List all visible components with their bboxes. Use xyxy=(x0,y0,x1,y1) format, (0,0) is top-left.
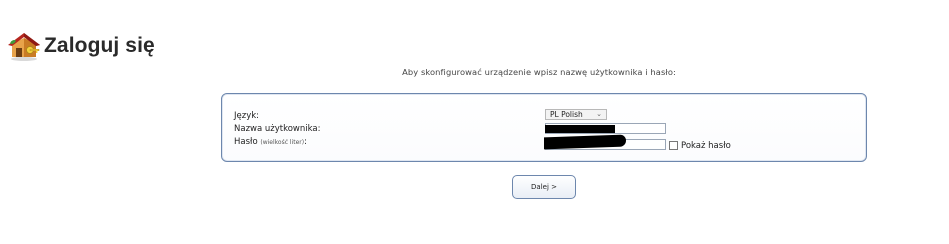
username-label: Nazwa użytkownika: xyxy=(234,124,321,134)
password-label: Hasło (wielkość liter): xyxy=(234,137,307,147)
password-label-colon: : xyxy=(304,137,307,147)
login-form-panel: Język: PL Polish ⌄ Nazwa użytkownika: Ha… xyxy=(221,93,867,162)
house-key-icon xyxy=(8,33,40,61)
show-password-label: Pokaż hasło xyxy=(681,141,731,151)
username-field[interactable] xyxy=(545,123,666,134)
password-field[interactable] xyxy=(544,134,666,150)
password-label-text: Hasło xyxy=(234,137,258,147)
instruction-text: Aby skonfigurować urządzenie wpisz nazwę… xyxy=(402,67,676,77)
password-case-hint: (wielkość liter) xyxy=(260,139,305,146)
language-select-value: PL Polish xyxy=(550,110,583,119)
redaction-bar xyxy=(544,134,626,150)
chevron-down-icon: ⌄ xyxy=(596,110,602,118)
page-header: Zaloguj się xyxy=(6,28,155,64)
show-password-checkbox[interactable] xyxy=(669,141,678,150)
redaction-bar xyxy=(545,125,615,133)
next-button[interactable]: Dalej > xyxy=(512,175,576,199)
language-label: Język: xyxy=(234,111,260,121)
language-select[interactable]: PL Polish ⌄ xyxy=(545,109,607,120)
page-title: Zaloguj się xyxy=(44,34,155,57)
